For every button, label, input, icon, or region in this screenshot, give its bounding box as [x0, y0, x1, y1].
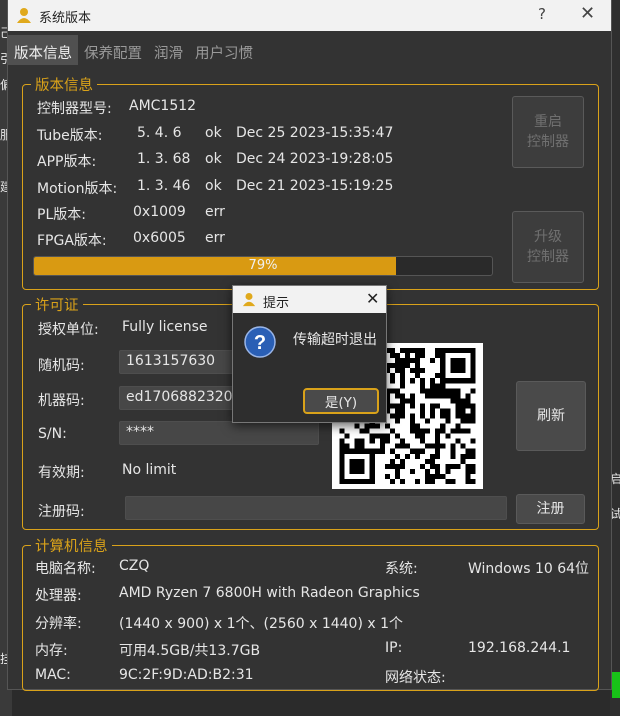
window-title: 系统版本 — [39, 11, 92, 26]
restart-line1: 重启 — [534, 114, 562, 130]
computer-name-label: 电脑名称: — [35, 561, 96, 577]
random-code-label: 随机码: — [38, 358, 85, 374]
yes-button[interactable]: 是(Y) — [303, 388, 379, 414]
tab-lubrication[interactable]: 润滑 — [148, 35, 189, 65]
motion-version-value: 1. 3. 46 — [137, 178, 191, 194]
pl-version-label: PL版本: — [37, 207, 86, 223]
title-bar: 系统版本 ? ✕ — [8, 0, 611, 31]
motion-version-label: Motion版本: — [37, 181, 118, 197]
machine-code-label: 机器码: — [38, 393, 85, 409]
ip-label: IP: — [385, 640, 403, 656]
close-button[interactable]: ✕ — [580, 3, 595, 24]
memory-value: 可用4.5GB/共13.7GB — [119, 643, 261, 659]
reg-code-label: 注册码: — [38, 504, 85, 520]
controller-model-label: 控制器型号: — [37, 101, 112, 117]
pl-version-value: 0x1009 — [133, 204, 186, 220]
refresh-button[interactable]: 刷新 — [516, 381, 586, 451]
fpga-version-label: FPGA版本: — [37, 233, 107, 249]
os-value: Windows 10 64位 — [468, 561, 590, 577]
tab-maintenance-config[interactable]: 保养配置 — [78, 35, 148, 65]
controller-model-value: AMC1512 — [129, 98, 197, 114]
resolution-value: (1440 x 900) x 1个、(2560 x 1440) x 1个 — [119, 616, 404, 632]
fpga-version-value: 0x6005 — [133, 230, 186, 246]
version-info-legend: 版本信息 — [35, 78, 93, 94]
sn-label: S/N: — [38, 426, 67, 442]
svg-text:?: ? — [254, 332, 266, 354]
app-version-value: 1. 3. 68 — [137, 151, 191, 167]
sn-field[interactable]: **** — [119, 421, 319, 445]
motion-version-date: Dec 21 2023-15:19:25 — [236, 178, 394, 194]
tube-version-status: ok — [205, 125, 222, 141]
tube-version-label: Tube版本: — [37, 128, 103, 144]
fpga-version-status: err — [205, 230, 225, 246]
license-unit-value: Fully license — [122, 319, 208, 335]
help-button[interactable]: ? — [538, 5, 546, 23]
tube-version-date: Dec 25 2023-15:35:47 — [236, 125, 394, 141]
register-button[interactable]: 注册 — [516, 494, 585, 524]
dialog-title: 提示 — [263, 296, 290, 311]
reg-code-input[interactable] — [125, 496, 507, 520]
license-unit-label: 授权单位: — [38, 322, 99, 338]
upgrade-line2: 控制器 — [527, 249, 569, 265]
tab-bar: 版本信息 保养配置 润滑 用户习惯 — [8, 35, 259, 65]
validity-label: 有效期: — [38, 465, 85, 481]
mac-value: 9C:2F:9D:AD:B2:31 — [119, 667, 254, 683]
upgrade-line1: 升级 — [534, 229, 562, 245]
dialog-message: 传输超时退出 — [293, 332, 377, 348]
app-version-label: APP版本: — [37, 154, 97, 170]
progress-percent: 79% — [248, 258, 278, 273]
dialog-title-bar: 提示 ✕ — [233, 286, 386, 313]
tab-version-info[interactable]: 版本信息 — [8, 35, 78, 65]
validity-value: No limit — [122, 462, 177, 478]
memory-label: 内存: — [35, 643, 68, 659]
upgrade-controller-button[interactable]: 升级 控制器 — [512, 211, 584, 283]
resolution-label: 分辨率: — [35, 616, 82, 632]
dialog-close-button[interactable]: ✕ — [366, 289, 379, 308]
ip-value: 192.168.244.1 — [468, 640, 571, 656]
cpu-label: 处理器: — [35, 588, 82, 604]
mac-label: MAC: — [35, 667, 71, 683]
bg-status-strip — [612, 672, 620, 698]
restart-line2: 控制器 — [527, 134, 569, 150]
tube-version-value: 5. 4. 6 — [137, 125, 182, 141]
restart-controller-button[interactable]: 重启 控制器 — [512, 96, 584, 168]
computer-name-value: CZQ — [119, 558, 150, 574]
motion-version-status: ok — [205, 178, 222, 194]
prompt-dialog: 提示 ✕ ? 传输超时退出 是(Y) — [232, 285, 387, 423]
computer-info-legend: 计算机信息 — [35, 539, 108, 555]
app-icon — [242, 292, 256, 307]
cpu-value: AMD Ryzen 7 6800H with Radeon Graphics — [119, 585, 420, 601]
tab-user-habits[interactable]: 用户习惯 — [189, 35, 259, 65]
os-label: 系统: — [385, 561, 418, 577]
app-icon — [17, 8, 31, 23]
license-legend: 许可证 — [35, 298, 79, 314]
network-status-label: 网络状态: — [385, 670, 446, 686]
upgrade-progress-bar: 79% — [33, 256, 493, 276]
pl-version-status: err — [205, 204, 225, 220]
app-version-date: Dec 24 2023-19:28:05 — [236, 151, 394, 167]
question-icon: ? — [244, 326, 276, 358]
app-version-status: ok — [205, 151, 222, 167]
